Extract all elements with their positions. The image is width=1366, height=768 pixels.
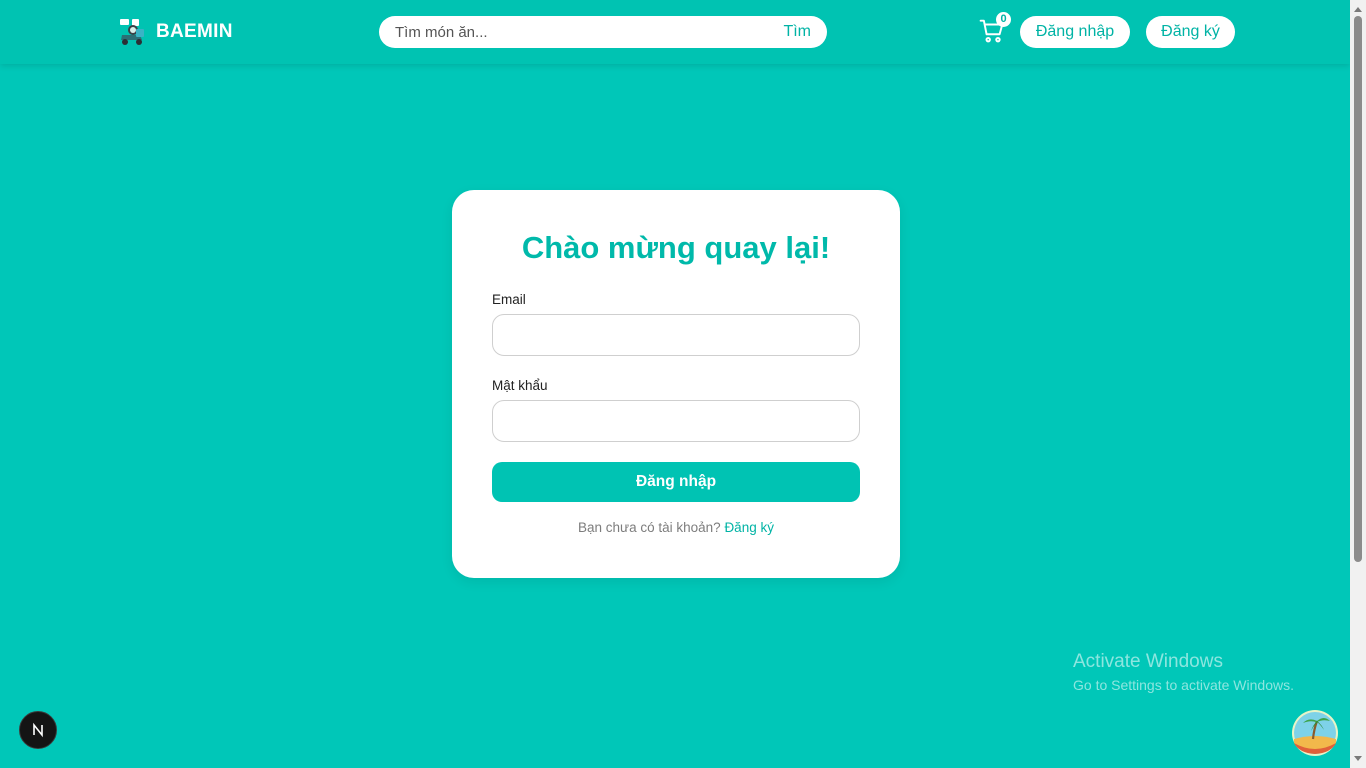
email-label: Email [492, 292, 526, 307]
header-login-button[interactable]: Đăng nhập [1020, 16, 1130, 48]
login-submit-button[interactable]: Đăng nhập [492, 462, 860, 502]
scooter-logo-icon [120, 19, 144, 45]
scroll-up-arrow-icon[interactable] [1350, 2, 1366, 16]
watermark-title: Activate Windows [1073, 651, 1223, 672]
scroll-down-arrow-icon[interactable] [1350, 752, 1366, 766]
floating-assistant-button[interactable] [1291, 709, 1339, 757]
login-title: Chào mừng quay lại! [521, 230, 831, 265]
watermark-subtitle: Go to Settings to activate Windows. [1073, 677, 1294, 693]
nextjs-icon [33, 722, 43, 738]
top-navbar: BAEMIN Tìm 0 Đăng nhập Đăng ký [0, 0, 1350, 64]
email-field[interactable] [492, 314, 860, 356]
windows-activation-watermark: Activate Windows Go to Settings to activ… [1073, 651, 1294, 693]
signup-link[interactable]: Đăng ký [724, 520, 774, 535]
cart-button[interactable]: 0 [979, 12, 1011, 46]
cart-count-badge: 0 [996, 12, 1011, 27]
scrollbar-thumb[interactable] [1354, 16, 1362, 562]
header-register-button[interactable]: Đăng ký [1146, 16, 1235, 48]
tropical-island-icon [1292, 710, 1338, 756]
nextjs-dev-badge[interactable] [19, 711, 57, 749]
signup-prompt-line: Bạn chưa có tài khoản? Đăng ký [452, 520, 900, 535]
search-input[interactable] [395, 23, 776, 41]
login-card: Chào mừng quay lại! Email Mật khẩu Đăng … [452, 190, 900, 578]
signup-prompt-text: Bạn chưa có tài khoản? [578, 520, 721, 535]
brand-logo[interactable]: BAEMIN [116, 16, 233, 48]
password-field[interactable] [492, 400, 860, 442]
vertical-scrollbar[interactable] [1350, 0, 1366, 768]
search-button[interactable]: Tìm [783, 23, 811, 41]
password-label: Mật khẩu [492, 378, 548, 393]
search-bar: Tìm [379, 16, 827, 48]
brand-name: BAEMIN [156, 21, 233, 42]
